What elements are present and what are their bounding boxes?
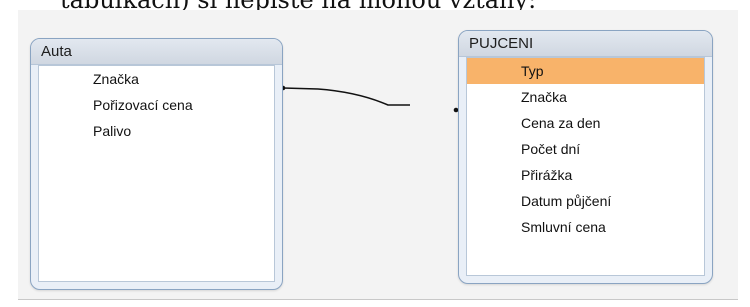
table-auta[interactable]: Auta Značka Pořizovací cena Palivo (30, 38, 283, 290)
field-typ-selected[interactable]: Typ (467, 58, 704, 84)
relationship-diagram-page: tabulkách) si nepište na mohou vztahy: A… (0, 0, 750, 307)
field-datum-pujceni[interactable]: Datum půjčení (467, 188, 704, 214)
table-pujceni-title[interactable]: PUJCENI (459, 31, 712, 57)
field-palivo[interactable]: Palivo (39, 118, 274, 144)
table-auta-field-list[interactable]: Značka Pořizovací cena Palivo (38, 65, 275, 282)
field-znacka[interactable]: Značka (467, 84, 704, 110)
field-porizovaci-cena[interactable]: Pořizovací cena (39, 92, 274, 118)
table-auta-title[interactable]: Auta (31, 39, 282, 65)
table-pujceni-field-list[interactable]: Typ Značka Cena za den Počet dní Přirážk… (466, 57, 705, 276)
field-znacka[interactable]: Značka (39, 66, 274, 92)
field-cena-za-den[interactable]: Cena za den (467, 110, 704, 136)
relationships-canvas[interactable]: Auta Značka Pořizovací cena Palivo PUJCE… (18, 10, 738, 300)
field-pocet-dni[interactable]: Počet dní (467, 136, 704, 162)
field-prirazka[interactable]: Přirážka (467, 162, 704, 188)
field-smluvni-cena[interactable]: Smluvní cena (467, 214, 704, 240)
relationship-line[interactable] (282, 87, 410, 106)
table-pujceni[interactable]: PUJCENI Typ Značka Cena za den Počet dní… (458, 30, 713, 284)
